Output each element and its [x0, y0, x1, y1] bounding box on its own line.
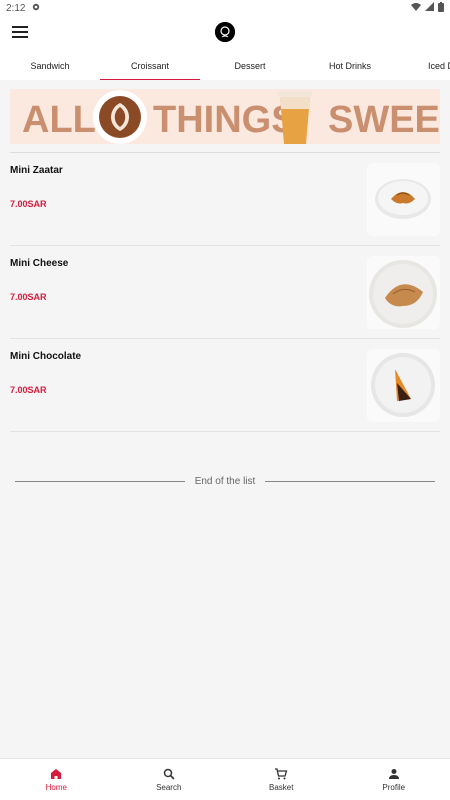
settings-icon — [31, 2, 41, 15]
category-tabs: Sandwich Croissant Dessert Hot Drinks Ic… — [0, 52, 450, 80]
tab-hot-drinks[interactable]: Hot Drinks — [300, 52, 400, 80]
product-price: 7.00SAR — [10, 199, 47, 209]
nav-home-label: Home — [45, 783, 67, 792]
latte-art-icon — [93, 90, 147, 144]
nav-profile[interactable]: Profile — [338, 759, 450, 800]
product-image-chocolate-croissant[interactable] — [367, 349, 440, 422]
product-image-cheese-croissant[interactable] — [367, 256, 440, 329]
status-time: 2:12 — [6, 2, 26, 14]
product-name: Mini Zaatar — [10, 165, 63, 176]
brand-logo — [215, 22, 235, 42]
banner-word-sweet: SWEET — [328, 99, 440, 141]
cart-icon — [275, 768, 288, 780]
app-bar — [0, 16, 450, 52]
tab-dessert[interactable]: Dessert — [200, 52, 300, 80]
signal-icon — [425, 2, 434, 14]
banner-word-all: ALL — [22, 99, 96, 141]
search-icon — [163, 768, 175, 780]
end-of-list: End of the list — [15, 474, 435, 488]
menu-button[interactable] — [12, 26, 28, 40]
end-of-list-text: End of the list — [194, 475, 256, 487]
product-item-mini-cheese[interactable]: Mini Cheese 7.00SAR — [10, 246, 440, 339]
wifi-icon — [411, 2, 421, 14]
product-price: 7.00SAR — [10, 385, 47, 395]
nav-search[interactable]: Search — [113, 759, 226, 800]
nav-search-label: Search — [156, 783, 182, 792]
product-name: Mini Cheese — [10, 258, 69, 269]
battery-icon — [438, 1, 444, 15]
nav-home[interactable]: Home — [0, 759, 113, 800]
nav-basket[interactable]: Basket — [225, 759, 338, 800]
tab-croissant[interactable]: Croissant — [100, 52, 200, 80]
profile-icon — [388, 769, 399, 779]
end-line-right — [265, 480, 435, 482]
product-name: Mini Chocolate — [10, 351, 82, 362]
tab-iced-drinks[interactable]: Iced D — [400, 52, 450, 80]
tab-sandwich[interactable]: Sandwich — [0, 52, 100, 80]
bottom-navigation: Home Search Basket Profile — [0, 758, 450, 800]
product-item-mini-zaatar[interactable]: Mini Zaatar 7.00SAR — [10, 153, 440, 246]
nav-profile-label: Profile — [382, 783, 406, 792]
product-image-zaatar-croissant[interactable] — [367, 163, 440, 236]
product-item-mini-chocolate[interactable]: Mini Chocolate 7.00SAR — [10, 339, 440, 432]
home-icon — [51, 769, 62, 779]
nav-basket-label: Basket — [269, 783, 294, 792]
product-price: 7.00SAR — [10, 292, 47, 302]
end-line-left — [15, 480, 185, 482]
banner-word-things: THINGS — [153, 99, 297, 141]
promo-banner[interactable]: ALL THINGS SWEET — [10, 89, 440, 144]
status-bar: 2:12 — [0, 0, 450, 16]
